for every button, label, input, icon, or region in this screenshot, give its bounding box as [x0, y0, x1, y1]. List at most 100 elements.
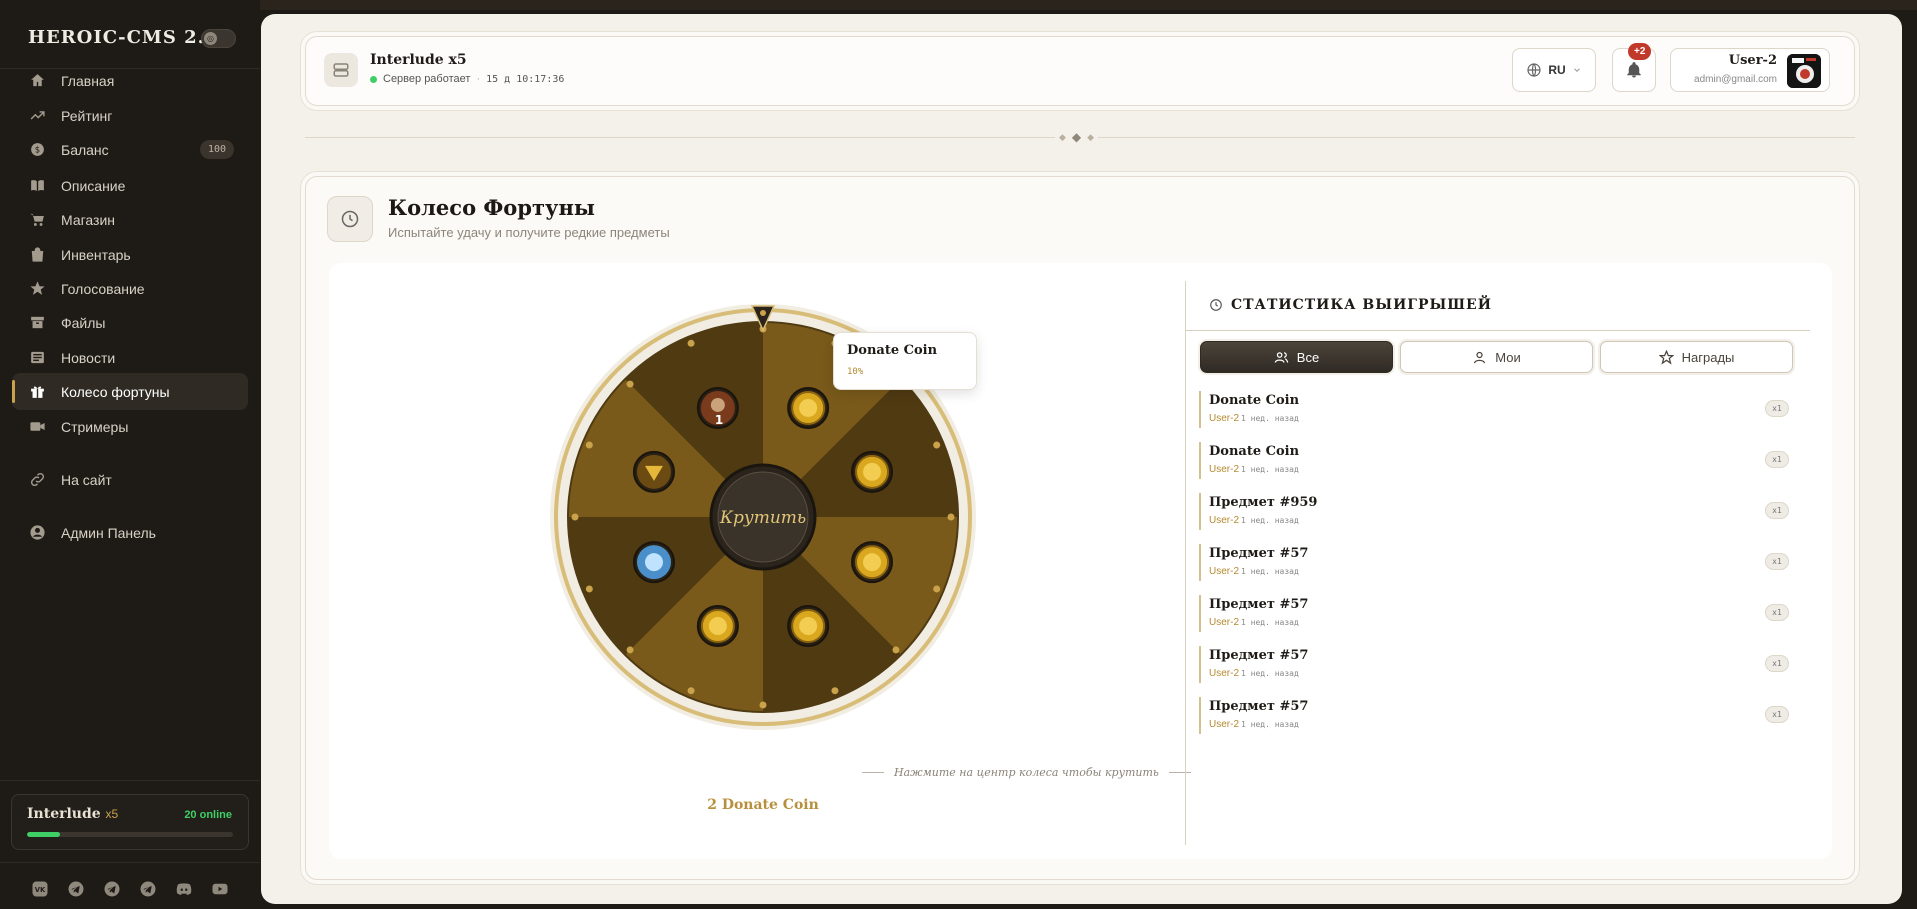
user-menu[interactable]: User-2 admin@gmail.com — [1670, 48, 1830, 92]
win-time: 1 нед. назад — [1241, 414, 1299, 423]
sidebar: HEROIC-CMS 2.0 ◎ Главная Рейтинг $ Баланс 10… — [0, 0, 260, 909]
sidebar-item-11[interactable]: На сайт — [12, 461, 248, 498]
toggle-knob-icon: ◎ — [204, 32, 217, 45]
win-user: User-2 — [1209, 413, 1240, 424]
sidebar-item-label: Рейтинг — [61, 107, 113, 124]
sidebar-item-12[interactable]: Админ Панель — [12, 514, 248, 551]
item-tooltip: Donate Coin 10% — [833, 332, 977, 390]
language-label: RU — [1548, 63, 1566, 77]
admin-icon — [28, 524, 46, 542]
win-user: User-2 — [1209, 668, 1240, 679]
sidebar-item-6[interactable]: Голосование — [12, 270, 248, 307]
sidebar-item-10[interactable]: Стримеры — [12, 408, 248, 445]
win-user: User-2 — [1209, 464, 1240, 475]
link-icon — [28, 471, 46, 489]
sidebar-item-label: Файлы — [61, 314, 106, 331]
rim-bulb — [831, 687, 839, 695]
tab-label: Мои — [1495, 349, 1521, 365]
tab-1[interactable]: Мои — [1400, 341, 1593, 373]
chevron-down-icon — [1573, 68, 1580, 72]
stats-title: СТАТИСТИКА ВЫИГРЫШЕЙ — [1209, 297, 1492, 313]
column-divider — [1185, 281, 1186, 845]
youtube-icon[interactable] — [210, 879, 229, 898]
spin-button-label[interactable]: Крутить — [719, 508, 806, 528]
hint-line — [1168, 772, 1191, 773]
sidebar-item-label: Баланс — [61, 141, 109, 158]
stats-title-text: СТАТИСТИКА ВЫИГРЫШЕЙ — [1231, 297, 1492, 313]
telegram-icon[interactable] — [138, 879, 157, 898]
hint-line — [862, 772, 884, 773]
win-row: Предмет #959 User-2 1 нед. назад x1 — [1199, 493, 1789, 530]
sidebar-item-9[interactable]: Колесо фортуны — [12, 373, 248, 410]
coin-shine — [863, 553, 882, 572]
win-row: Предмет #57 User-2 1 нед. назад x1 — [1199, 697, 1789, 734]
server-card-name: Interlude x5 — [27, 806, 119, 822]
sidebar-item-8[interactable]: Новости — [12, 339, 248, 376]
book-icon — [28, 177, 46, 195]
sidebar-item-3[interactable]: Описание — [12, 167, 248, 204]
rim-bulb — [892, 646, 900, 654]
spin-hint-text: Нажмите на центр колеса чтобы крутить — [894, 766, 1159, 779]
theme-toggle[interactable]: ◎ — [201, 29, 236, 48]
tab-2[interactable]: Награды — [1600, 341, 1793, 373]
telegram-icon[interactable] — [102, 879, 121, 898]
diamond-icon: ◆ — [1059, 131, 1066, 142]
tooltip-item-name: Donate Coin — [847, 343, 938, 358]
server-load-bar — [27, 832, 233, 837]
rim-bulb — [687, 339, 695, 347]
vk-icon[interactable]: VK — [30, 879, 49, 898]
sidebar-item-label: Описание — [61, 177, 126, 194]
rim-bulb — [626, 380, 634, 388]
clock-icon — [1210, 299, 1222, 311]
sidebar-divider — [0, 862, 260, 863]
tab-0[interactable]: Все — [1200, 341, 1393, 373]
win-user: User-2 — [1209, 617, 1240, 628]
top-header: Interlude x5 Сервер работает · 15 д 10:1… — [305, 36, 1855, 106]
sidebar-item-label: На сайт — [61, 471, 112, 488]
win-user: User-2 — [1209, 566, 1240, 577]
win-row: Предмет #57 User-2 1 нед. назад x1 — [1199, 646, 1789, 683]
win-item-name: Donate Coin — [1209, 444, 1300, 459]
discord-icon[interactable] — [174, 879, 193, 898]
sidebar-item-4[interactable]: Магазин — [12, 201, 248, 238]
win-item-name: Предмет #57 — [1209, 546, 1309, 561]
fortune-wheel-panel: Колесо Фортуны Испытайте удачу и получит… — [305, 176, 1855, 880]
sidebar-item-2[interactable]: $ Баланс 100 — [12, 131, 248, 168]
trend-icon — [28, 107, 46, 125]
star-icon — [1658, 349, 1674, 365]
cart-icon — [28, 211, 46, 229]
sidebar-item-5[interactable]: Инвентарь — [12, 236, 248, 273]
rim-bulb — [585, 585, 593, 593]
divider-ornament: ◆ ◆ ◆ — [1055, 130, 1099, 144]
gift-icon — [28, 383, 46, 401]
user-icon — [1472, 350, 1487, 365]
sidebar-item-1[interactable]: Рейтинг — [12, 97, 248, 134]
rim-bulb — [571, 513, 579, 521]
tooltip-chance: 10% — [847, 367, 864, 377]
rim-bulb — [933, 441, 941, 449]
server-card-rate: x5 — [105, 807, 119, 821]
stats-divider — [1186, 330, 1810, 331]
window-top-bar — [0, 0, 1917, 10]
language-selector[interactable]: RU — [1512, 48, 1596, 92]
item-qty: 1 — [715, 413, 723, 427]
sidebar-item-7[interactable]: Файлы — [12, 304, 248, 341]
win-item-name: Предмет #57 — [1209, 699, 1309, 714]
main-content: Interlude x5 Сервер работает · 15 д 10:1… — [261, 14, 1902, 904]
avatar — [1787, 54, 1821, 88]
win-time: 1 нед. назад — [1241, 720, 1299, 729]
rim-bulb — [687, 687, 695, 695]
coin-shine — [708, 617, 727, 636]
sidebar-item-label: Колесо фортуны — [61, 383, 170, 400]
telegram-icon[interactable] — [66, 879, 85, 898]
win-time: 1 нед. назад — [1241, 618, 1299, 627]
brand-title: HEROIC-CMS 2.0 — [28, 27, 219, 48]
sidebar-item-0[interactable]: Главная — [12, 62, 248, 99]
win-row: Предмет #57 User-2 1 нед. назад x1 — [1199, 595, 1789, 632]
tab-label: Награды — [1681, 349, 1735, 365]
archive-icon — [28, 314, 46, 332]
win-qty-badge: x1 — [1765, 553, 1789, 570]
server-status-card[interactable]: Interlude x5 20 online — [11, 794, 249, 850]
rim-bulb — [626, 646, 634, 654]
balance-badge: 100 — [199, 140, 234, 159]
